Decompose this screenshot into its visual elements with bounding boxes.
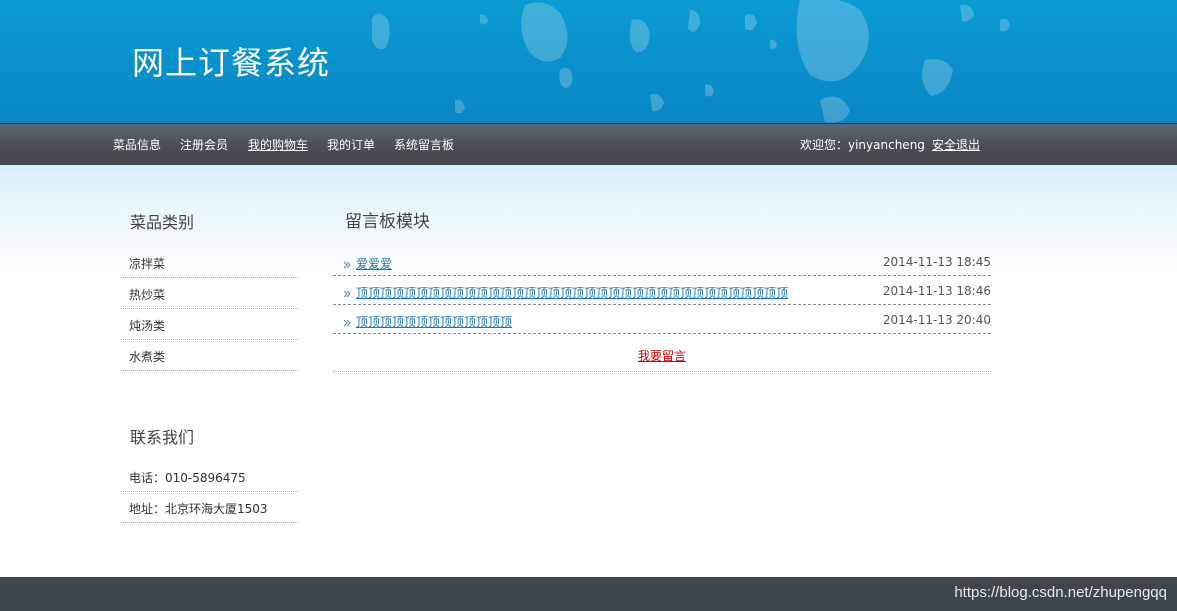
message-time: 2014-11-13 20:40 xyxy=(882,313,991,327)
category-label: 水煮类 xyxy=(129,350,166,364)
category-item[interactable]: 凉拌菜 xyxy=(121,247,298,278)
category-label: 热炒菜 xyxy=(129,288,166,302)
site-title: 网上订餐系统 xyxy=(132,44,331,82)
watermark-text: https://blog.csdn.net/zhupengqq xyxy=(954,584,1167,601)
nav-item-orders[interactable]: 我的订单 xyxy=(327,136,375,153)
categories-title: 菜品类别 xyxy=(130,213,195,232)
nav-item-message-board[interactable]: 系统留言板 xyxy=(394,136,454,153)
message-row: 顶顶顶顶顶顶顶顶顶顶顶顶顶 2014-11-13 20:40 xyxy=(333,305,991,334)
message-title-link[interactable]: 顶顶顶顶顶顶顶顶顶顶顶顶顶顶顶顶顶顶顶顶顶顶顶顶顶顶顶顶顶顶顶顶顶顶顶顶 xyxy=(356,284,788,301)
message-row: 爱爱爱 2014-11-13 18:45 xyxy=(333,247,991,276)
footer: https://blog.csdn.net/zhupengqq xyxy=(0,577,1177,611)
contact-phone-text: 电话：010-5896475 xyxy=(129,471,246,485)
nav-item-cart[interactable]: 我的购物车 xyxy=(248,136,308,153)
contact-phone: 电话：010-5896475 xyxy=(121,461,298,492)
leave-message-row: 我要留言 xyxy=(333,334,991,372)
message-title-link[interactable]: 爱爱爱 xyxy=(356,255,392,272)
welcome-text: 欢迎您：yinyancheng xyxy=(800,138,925,152)
bullet-icon xyxy=(343,290,351,298)
message-row: 顶顶顶顶顶顶顶顶顶顶顶顶顶顶顶顶顶顶顶顶顶顶顶顶顶顶顶顶顶顶顶顶顶顶顶顶 201… xyxy=(333,276,991,305)
nav-item-dish-info[interactable]: 菜品信息 xyxy=(113,136,161,153)
logout-link[interactable]: 安全退出 xyxy=(932,136,980,153)
category-item[interactable]: 炖汤类 xyxy=(121,309,298,340)
message-time: 2014-11-13 18:45 xyxy=(882,255,991,269)
nav-item-register[interactable]: 注册会员 xyxy=(180,136,228,153)
contact-address: 地址：北京环海大厦1503 xyxy=(121,492,298,523)
bullet-icon xyxy=(343,261,351,269)
bullet-icon xyxy=(343,319,351,327)
message-board-title: 留言板模块 xyxy=(345,212,430,232)
message-title-link[interactable]: 顶顶顶顶顶顶顶顶顶顶顶顶顶 xyxy=(356,313,512,330)
contact-title: 联系我们 xyxy=(130,428,195,447)
category-item[interactable]: 热炒菜 xyxy=(121,278,298,309)
leave-message-link[interactable]: 我要留言 xyxy=(333,347,991,364)
category-label: 凉拌菜 xyxy=(129,257,166,271)
message-time: 2014-11-13 18:46 xyxy=(882,284,991,298)
top-navigation: 菜品信息 注册会员 我的购物车 我的订单 系统留言板 欢迎您：yinyanche… xyxy=(0,123,1177,166)
header-banner: 网上订餐系统 xyxy=(0,0,1177,123)
contact-address-text: 地址：北京环海大厦1503 xyxy=(129,502,268,516)
category-label: 炖汤类 xyxy=(129,319,166,333)
category-item[interactable]: 水煮类 xyxy=(121,340,298,371)
